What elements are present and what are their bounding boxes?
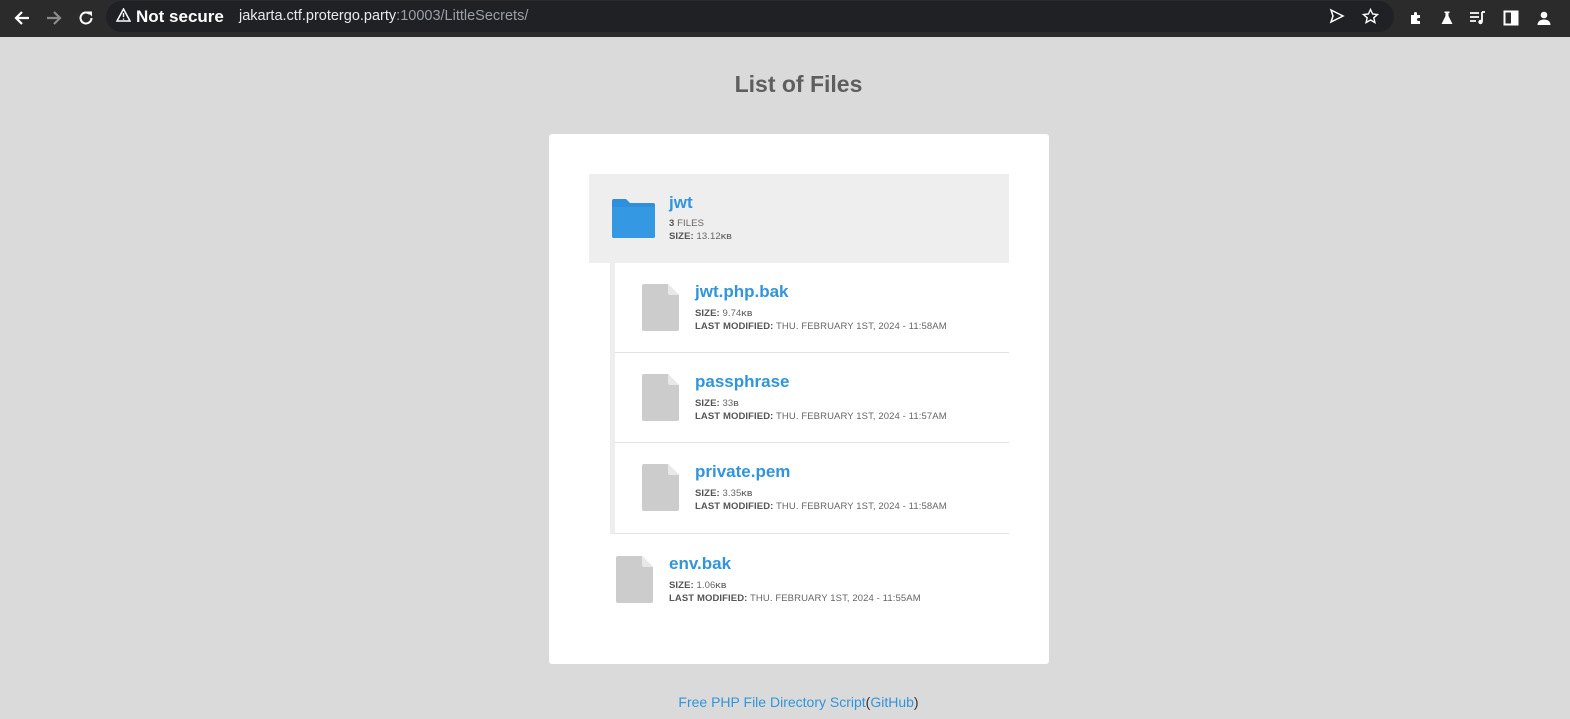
size-unit: KB	[715, 581, 727, 590]
file-icon	[642, 374, 679, 426]
labs-icon[interactable]	[1433, 4, 1461, 32]
file-name[interactable]: passphrase	[695, 372, 790, 392]
modified-label: LAST MODIFIED:	[669, 593, 748, 604]
forward-arrow-icon[interactable]	[40, 4, 68, 32]
folder-row-jwt[interactable]: jwt 3 FILES SIZE: 13.12KB	[589, 174, 1009, 263]
warning-icon	[115, 6, 132, 27]
modified-label: LAST MODIFIED:	[695, 501, 774, 512]
url-text[interactable]: jakarta.ctf.protergo.party:10003/LittleS…	[239, 1, 528, 32]
file-name[interactable]: env.bak	[669, 554, 731, 574]
file-modified: LAST MODIFIED: THU. FEBRUARY 1ST, 2024 -…	[695, 411, 947, 422]
folder-size-value: 13.12	[696, 231, 721, 242]
file-size: SIZE: 33B	[695, 398, 739, 409]
file-row[interactable]: passphrase SIZE: 33B LAST MODIFIED: THU.…	[615, 353, 1009, 443]
folder-icon	[611, 198, 656, 244]
file-icon	[616, 556, 653, 608]
security-label: Not secure	[136, 6, 224, 26]
page-title: List of Files	[734, 71, 863, 97]
modified-label: LAST MODIFIED:	[695, 411, 774, 422]
file-icon	[642, 284, 679, 336]
modified-value: THU. FEBRUARY 1ST, 2024 - 11:55AM	[750, 593, 921, 604]
modified-value: THU. FEBRUARY 1ST, 2024 - 11:58AM	[776, 501, 947, 512]
size-value: 1.06	[696, 580, 716, 591]
url-path: :10003/LittleSecrets/	[396, 8, 529, 24]
folder-name[interactable]: jwt	[669, 193, 693, 213]
file-modified: LAST MODIFIED: THU. FEBRUARY 1ST, 2024 -…	[669, 593, 921, 604]
size-unit: B	[733, 399, 739, 408]
size-label: SIZE:	[669, 580, 694, 591]
modified-label: LAST MODIFIED:	[695, 321, 774, 332]
github-link[interactable]: GitHub	[870, 694, 914, 710]
file-name[interactable]: private.pem	[695, 462, 790, 482]
size-value: 33	[722, 398, 734, 409]
file-modified: LAST MODIFIED: THU. FEBRUARY 1ST, 2024 -…	[695, 501, 947, 512]
star-icon[interactable]	[1357, 3, 1383, 29]
folder-size: SIZE: 13.12KB	[669, 231, 732, 242]
folder-children: jwt.php.bak SIZE: 9.74KB LAST MODIFIED: …	[610, 263, 1009, 534]
size-value: 3.35	[722, 488, 742, 499]
size-label: SIZE:	[695, 308, 720, 319]
file-name[interactable]: jwt.php.bak	[695, 282, 789, 302]
file-modified: LAST MODIFIED: THU. FEBRUARY 1ST, 2024 -…	[695, 321, 947, 332]
file-icon	[642, 464, 679, 516]
url-host: jakarta.ctf.protergo.party	[239, 8, 397, 24]
modified-value: THU. FEBRUARY 1ST, 2024 - 11:58AM	[776, 321, 947, 332]
reading-list-icon[interactable]	[1464, 4, 1492, 32]
size-unit: KB	[741, 489, 753, 498]
folder-file-count: 3 FILES	[669, 218, 704, 229]
close-paren: )	[913, 694, 919, 710]
size-label: SIZE:	[695, 488, 720, 499]
address-bar[interactable]: Not secure jakarta.ctf.protergo.party:10…	[106, 1, 1394, 32]
file-size: SIZE: 1.06KB	[669, 580, 726, 591]
script-link[interactable]: Free PHP File Directory Script	[678, 694, 865, 710]
file-list-card: jwt 3 FILES SIZE: 13.12KB jwt.php.bak SI…	[549, 134, 1049, 664]
file-row-root[interactable]: env.bak SIZE: 1.06KB LAST MODIFIED: THU.…	[589, 534, 1009, 624]
send-icon[interactable]	[1324, 3, 1350, 29]
side-panel-icon[interactable]	[1497, 4, 1525, 32]
browser-toolbar: Not secure jakarta.ctf.protergo.party:10…	[0, 0, 1570, 37]
file-size: SIZE: 3.35KB	[695, 488, 752, 499]
modified-value: THU. FEBRUARY 1ST, 2024 - 11:57AM	[776, 411, 947, 422]
back-arrow-icon[interactable]	[8, 4, 36, 32]
security-chip[interactable]: Not secure	[115, 1, 224, 32]
file-row[interactable]: jwt.php.bak SIZE: 9.74KB LAST MODIFIED: …	[615, 263, 1009, 353]
file-row[interactable]: private.pem SIZE: 3.35KB LAST MODIFIED: …	[615, 443, 1009, 534]
profile-icon[interactable]	[1530, 4, 1558, 32]
footer: Free PHP File Directory Script(GitHub)	[0, 694, 1570, 710]
size-value: 9.74	[722, 308, 742, 319]
folder-size-unit: KB	[720, 232, 732, 241]
file-count-label: FILES	[677, 218, 705, 229]
reload-icon[interactable]	[72, 4, 100, 32]
extensions-icon[interactable]	[1402, 4, 1430, 32]
file-count-value: 3	[669, 218, 675, 229]
size-label: SIZE:	[695, 398, 720, 409]
size-unit: KB	[741, 309, 753, 318]
folder-size-label: SIZE:	[669, 231, 694, 242]
file-size: SIZE: 9.74KB	[695, 308, 752, 319]
